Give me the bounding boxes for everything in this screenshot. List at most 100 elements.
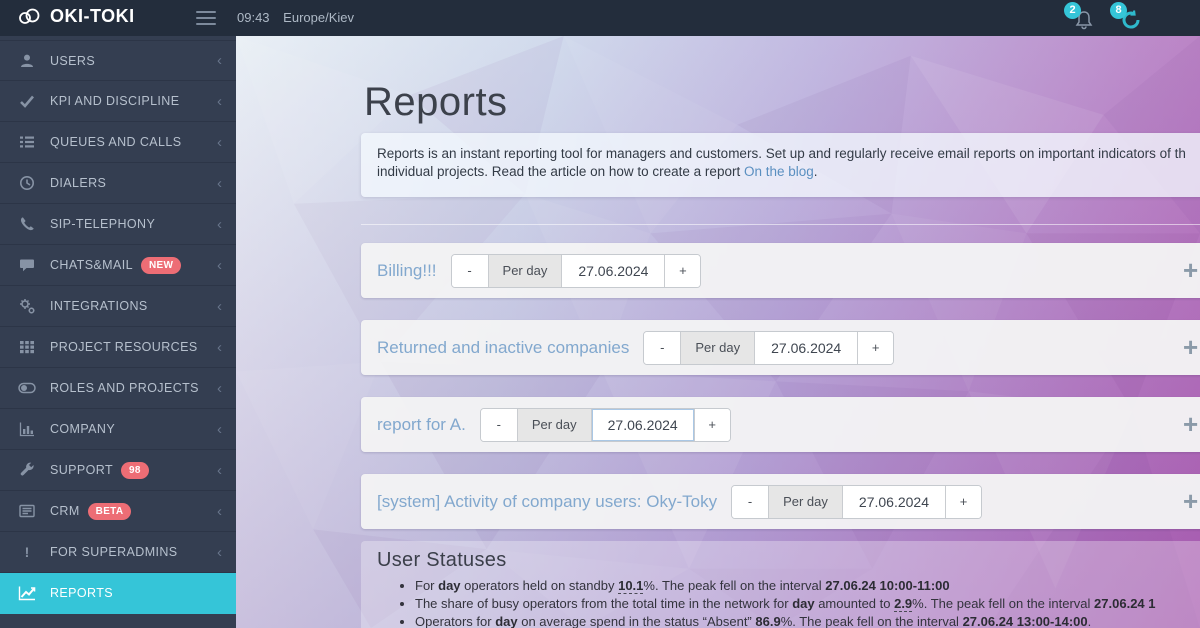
- sidebar-item-chats-mail[interactable]: CHATS&MAIL NEW ‹: [0, 245, 236, 286]
- period-mode-button[interactable]: Per day: [768, 486, 842, 518]
- notifications-button[interactable]: 2: [1066, 3, 1100, 35]
- sidebar-item-queues-and-calls[interactable]: QUEUES AND CALLS ‹: [0, 122, 236, 163]
- period-decrease-button[interactable]: -: [732, 486, 768, 518]
- sidebar-item-label: COMPANY: [50, 422, 115, 436]
- report-row-report-for-a: report for A. - Per day 27.06.2024 + +: [361, 397, 1200, 452]
- report-title[interactable]: Returned and inactive companies: [377, 338, 629, 358]
- sidebar-item-company[interactable]: COMPANY ‹: [0, 409, 236, 450]
- clock-icon: [18, 174, 36, 192]
- user-statuses-heading: User Statuses: [377, 549, 1200, 572]
- support-count-badge: 98: [121, 462, 149, 479]
- user-statuses-panel: User Statuses For day operators held on …: [361, 541, 1200, 628]
- add-report-button[interactable]: +: [1183, 334, 1198, 360]
- intro-line2: individual projects. Read the article on…: [377, 163, 1200, 181]
- report-title[interactable]: [system] Activity of company users: Oky-…: [377, 492, 717, 512]
- period-control-group: - Per day 27.06.2024 +: [480, 408, 731, 442]
- date-field[interactable]: 27.06.2024: [591, 409, 694, 441]
- period-control-group: - Per day 27.06.2024 +: [731, 485, 982, 519]
- add-report-button[interactable]: +: [1183, 488, 1198, 514]
- report-row-returned-companies: Returned and inactive companies - Per da…: [361, 320, 1200, 375]
- period-increase-button[interactable]: +: [945, 486, 981, 518]
- sidebar-item-roles-and-projects[interactable]: ROLES AND PROJECTS ‹: [0, 368, 236, 409]
- period-decrease-button[interactable]: -: [452, 255, 488, 287]
- sidebar-item-label: REPORTS: [50, 586, 113, 600]
- page-title: Reports: [364, 80, 508, 125]
- period-decrease-button[interactable]: -: [481, 409, 517, 441]
- menu-toggle-icon[interactable]: [196, 11, 216, 25]
- period-decrease-button[interactable]: -: [644, 332, 680, 364]
- timezone-label: Europe/Kiev: [283, 10, 354, 25]
- chevron-left-icon: ‹: [217, 340, 222, 355]
- exclamation-icon: !: [18, 543, 36, 561]
- intro-panel: Reports is an instant reporting tool for…: [361, 133, 1200, 197]
- blog-link[interactable]: On the blog: [744, 164, 814, 179]
- cloud-logo-icon: [16, 5, 42, 27]
- period-mode-button[interactable]: Per day: [488, 255, 562, 287]
- app-logo[interactable]: OKI-TOKI: [16, 5, 135, 27]
- check-icon: [18, 92, 36, 110]
- sidebar-item-kpi-and-discipline[interactable]: KPI AND DISCIPLINE ‹: [0, 81, 236, 122]
- sync-badge: 8: [1110, 2, 1127, 19]
- period-control-group: - Per day 27.06.2024 +: [643, 331, 894, 365]
- sidebar-item-for-superadmins[interactable]: ! FOR SUPERADMINS ‹: [0, 532, 236, 573]
- chevron-left-icon: ‹: [217, 381, 222, 396]
- phone-icon: [18, 215, 36, 233]
- sidebar-item-label: FOR SUPERADMINS: [50, 545, 178, 559]
- topbar: OKI-TOKI 09:43 Europe/Kiev 2 8: [0, 0, 1200, 36]
- sidebar-nav: USERS ‹ KPI AND DISCIPLINE ‹ QUEUES AND …: [0, 36, 236, 628]
- sidebar-item-label: CRM: [50, 504, 80, 518]
- period-increase-button[interactable]: +: [857, 332, 893, 364]
- chevron-left-icon: ‹: [217, 258, 222, 273]
- sidebar-item-crm[interactable]: CRM BETA ‹: [0, 491, 236, 532]
- toggle-icon: [18, 379, 36, 397]
- sync-status-button[interactable]: 8: [1112, 3, 1146, 35]
- clock-timezone: 09:43 Europe/Kiev: [237, 10, 354, 25]
- sidebar-item-users[interactable]: USERS ‹: [0, 40, 236, 81]
- sidebar-item-dialers[interactable]: DIALERS ‹: [0, 163, 236, 204]
- report-title[interactable]: Billing!!!: [377, 261, 437, 281]
- chevron-left-icon: ‹: [217, 504, 222, 519]
- report-title[interactable]: report for A.: [377, 415, 466, 435]
- add-report-button[interactable]: +: [1183, 257, 1198, 283]
- status-bullet: The share of busy operators from the tot…: [415, 595, 1200, 612]
- sidebar-item-label: CHATS&MAIL: [50, 258, 133, 272]
- sidebar-item-reports[interactable]: REPORTS: [0, 573, 236, 614]
- oki-toki-app: { "topbar": { "logo_text": "OKI-TOKI", "…: [0, 0, 1200, 628]
- date-field[interactable]: 27.06.2024: [842, 486, 945, 518]
- sidebar-item-sip-telephony[interactable]: SIP-TELEPHONY ‹: [0, 204, 236, 245]
- chevron-left-icon: ‹: [217, 463, 222, 478]
- date-field[interactable]: 27.06.2024: [561, 255, 664, 287]
- sidebar-item-project-resources[interactable]: PROJECT RESOURCES ‹: [0, 327, 236, 368]
- period-increase-button[interactable]: +: [664, 255, 700, 287]
- grid-icon: [18, 338, 36, 356]
- period-increase-button[interactable]: +: [694, 409, 730, 441]
- new-badge: NEW: [141, 257, 181, 274]
- status-bullet: For day operators held on standby 10.1%.…: [415, 577, 1200, 594]
- period-control-group: - Per day 27.06.2024 +: [451, 254, 702, 288]
- chat-bubble-icon: [18, 256, 36, 274]
- intro-line2-period: .: [814, 164, 818, 179]
- sidebar-item-label: PROJECT RESOURCES: [50, 340, 198, 354]
- chevron-left-icon: ‹: [217, 53, 222, 68]
- sidebar-item-label: KPI AND DISCIPLINE: [50, 94, 179, 108]
- notifications-badge: 2: [1064, 2, 1081, 19]
- chevron-left-icon: ‹: [217, 422, 222, 437]
- sidebar-item-label: INTEGRATIONS: [50, 299, 148, 313]
- current-time: 09:43: [237, 10, 270, 25]
- intro-line2-text: individual projects. Read the article on…: [377, 164, 744, 179]
- sidebar-item-integrations[interactable]: INTEGRATIONS ‹: [0, 286, 236, 327]
- sidebar-item-label: SUPPORT: [50, 463, 113, 477]
- line-chart-icon: [18, 584, 36, 602]
- logo-text: OKI-TOKI: [50, 6, 135, 27]
- sidebar-item-label: QUEUES AND CALLS: [50, 135, 181, 149]
- period-mode-button[interactable]: Per day: [517, 409, 591, 441]
- sidebar-item-support[interactable]: SUPPORT 98 ‹: [0, 450, 236, 491]
- date-field[interactable]: 27.06.2024: [754, 332, 857, 364]
- main-content: Reports Reports is an instant reporting …: [236, 36, 1200, 628]
- chevron-left-icon: ‹: [217, 94, 222, 109]
- sidebar-item-label: ROLES AND PROJECTS: [50, 381, 199, 395]
- intro-line1: Reports is an instant reporting tool for…: [377, 145, 1200, 163]
- period-mode-button[interactable]: Per day: [680, 332, 754, 364]
- add-report-button[interactable]: +: [1183, 411, 1198, 437]
- bar-chart-icon: [18, 420, 36, 438]
